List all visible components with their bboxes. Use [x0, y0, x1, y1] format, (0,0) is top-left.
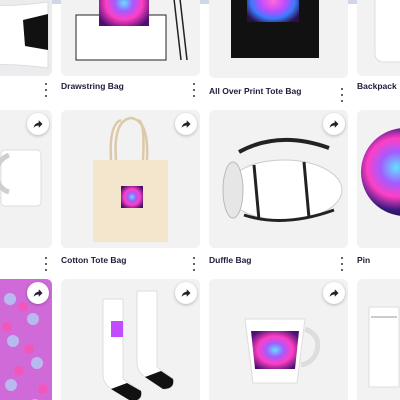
product-name[interactable]: Duffle Bag	[209, 255, 252, 265]
share-button[interactable]	[175, 282, 197, 304]
product-name[interactable]: All Over Print Tote Bag	[209, 86, 301, 96]
product-name[interactable]: Backpack	[357, 81, 397, 91]
product-name[interactable]: Pin	[357, 255, 370, 265]
pouch-image	[357, 279, 400, 400]
more-options-button[interactable]	[41, 83, 51, 97]
share-arrow-icon	[33, 289, 43, 297]
more-options-button[interactable]	[337, 257, 347, 271]
product-name[interactable]: Drawstring Bag	[61, 81, 124, 91]
product-grid-viewport: Drawstring Bag All Over Print Tote Bag B…	[0, 0, 400, 400]
more-options-button[interactable]	[337, 88, 347, 102]
share-button[interactable]	[323, 113, 345, 135]
allover-tote-image	[209, 0, 348, 78]
share-arrow-icon	[181, 120, 191, 128]
product-image[interactable]	[357, 110, 400, 248]
product-name[interactable]: Cotton Tote Bag	[61, 255, 126, 265]
share-button[interactable]	[27, 282, 49, 304]
more-options-button[interactable]	[41, 257, 51, 271]
drawstring-bag-image	[61, 0, 200, 76]
backpack-image	[357, 0, 400, 76]
pin-image	[357, 110, 400, 248]
share-button[interactable]	[175, 113, 197, 135]
product-image[interactable]	[0, 0, 52, 76]
more-options-button[interactable]	[189, 83, 199, 97]
product-image[interactable]	[61, 0, 200, 76]
product-image[interactable]	[357, 279, 400, 400]
product-image[interactable]	[209, 0, 348, 78]
pillow-image	[0, 0, 52, 76]
more-options-button[interactable]	[189, 257, 199, 271]
share-arrow-icon	[329, 289, 339, 297]
product-image[interactable]	[357, 0, 400, 76]
share-button[interactable]	[323, 282, 345, 304]
share-arrow-icon	[329, 120, 339, 128]
share-arrow-icon	[181, 289, 191, 297]
share-arrow-icon	[33, 120, 43, 128]
share-button[interactable]	[27, 113, 49, 135]
